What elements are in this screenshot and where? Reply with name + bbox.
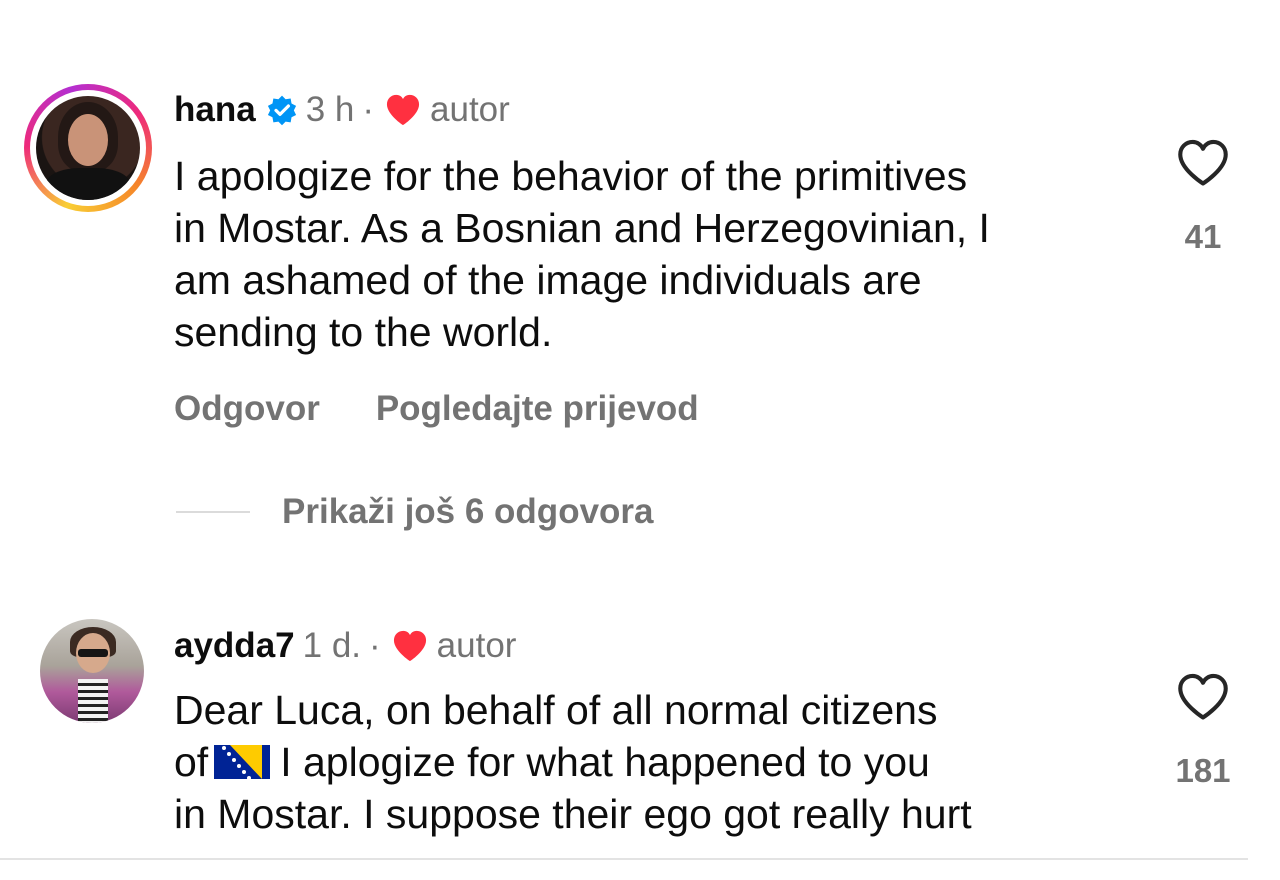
comment-text-line: Dear Luca, on behalf of all normal citiz… [174, 687, 938, 733]
like-count: 41 [1184, 218, 1222, 255]
username[interactable]: hana [174, 90, 256, 130]
comment-time: 3 h [305, 90, 355, 129]
like-heart-icon[interactable] [1175, 138, 1231, 188]
comment-text-line: am ashamed of the image individuals are [174, 257, 922, 303]
liked-by-author-heart-icon [393, 630, 426, 662]
like-count: 181 [1175, 752, 1231, 789]
see-translation-button[interactable]: Pogledajte prijevod [376, 389, 699, 429]
comment-actions: Odgovor Pogledajte prijevod [174, 389, 699, 429]
verified-badge-icon [267, 95, 296, 126]
comment-text-line-rest: I aplogize for what happened to you [280, 739, 930, 785]
liked-by-author-label: autor [436, 626, 517, 665]
avatar-photo [36, 96, 140, 200]
view-more-replies-label[interactable]: Prikaži još 6 odgovora [282, 492, 654, 532]
comment-time: 1 d. [302, 626, 362, 665]
bosnia-herzegovina-flag-icon [214, 745, 271, 779]
liked-by-author-label: autor [430, 90, 510, 129]
avatar-hana[interactable] [24, 84, 152, 212]
avatar-aydda7[interactable] [40, 619, 144, 723]
comment-text-line: in Mostar. As a Bosnian and Herzegovinia… [174, 205, 990, 251]
view-more-replies[interactable]: Prikaži još 6 odgovora [176, 492, 654, 532]
comment-text-line: in Mostar. I suppose their ego got reall… [174, 791, 972, 837]
meta-separator: · [369, 626, 381, 665]
replies-divider-line [176, 511, 250, 513]
meta-separator: · [362, 90, 375, 129]
comment-text-line: sending to the world. [174, 309, 553, 355]
comment-text-prefix: of [174, 739, 209, 785]
like-heart-icon[interactable] [1175, 672, 1231, 722]
like-column: 181 [1168, 672, 1238, 790]
comment-text: I apologize for the behavior of the prim… [174, 150, 990, 358]
reply-button[interactable]: Odgovor [174, 389, 320, 429]
comment-header: hana 3 h · autor [174, 90, 510, 130]
comment-header: aydda7 1 d. · autor [174, 626, 516, 666]
like-column: 41 [1168, 138, 1238, 256]
bottom-divider [0, 858, 1248, 860]
username[interactable]: aydda7 [174, 626, 295, 666]
comment-text-line: I apologize for the behavior of the prim… [174, 153, 968, 199]
comment-text: Dear Luca, on behalf of all normal citiz… [174, 684, 972, 840]
liked-by-author-heart-icon [386, 94, 420, 126]
comment-text-line: of I aplogize for what happened to you [174, 736, 972, 788]
